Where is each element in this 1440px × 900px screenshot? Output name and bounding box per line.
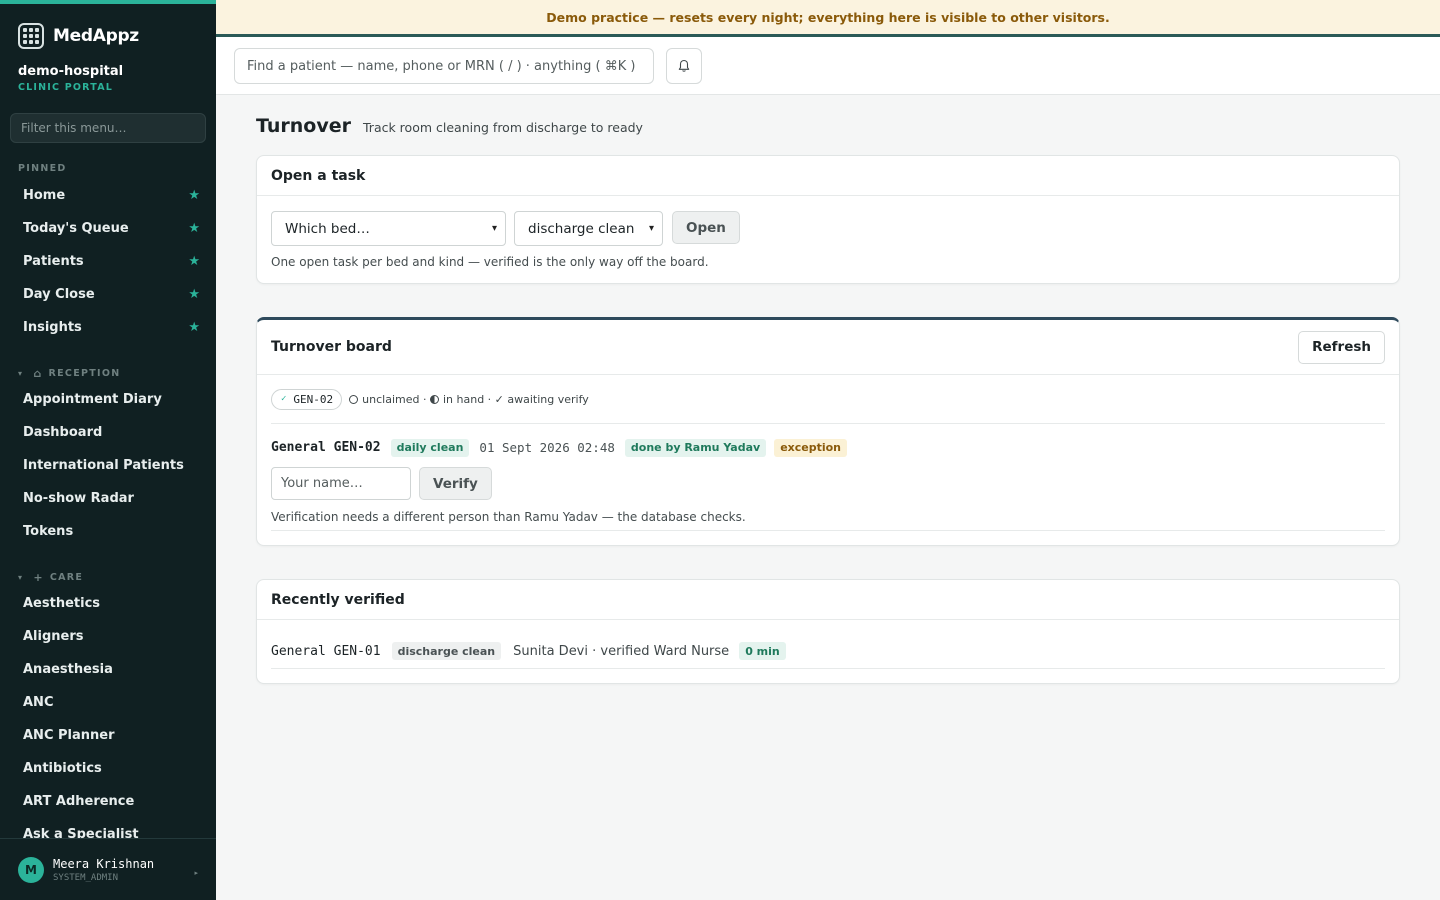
star-icon[interactable]: ★ <box>188 254 200 269</box>
section-pinned: PINNED <box>18 162 67 174</box>
verify-form: Verify <box>271 467 1385 500</box>
sidebar: MedAppz demo-hospital CLINIC PORTAL PINN… <box>0 0 216 900</box>
sidebar-item-aligners[interactable]: Aligners <box>0 620 216 653</box>
open-task-hint: One open task per bed and kind — verifie… <box>271 255 709 269</box>
open-task-button[interactable]: Open <box>672 211 740 244</box>
duration-badge: 0 min <box>739 642 786 660</box>
open-task-form: Which bed… ▾ discharge clean ▾ Open <box>257 196 1399 246</box>
section-reception[interactable]: ▾ ⌂ RECEPTION <box>0 366 216 380</box>
sidebar-item-day-close[interactable]: Day Close ★ <box>0 278 216 311</box>
list-item: General GEN-01 discharge clean Sunita De… <box>271 620 1385 669</box>
demo-banner: Demo practice — resets every night; ever… <box>216 0 1440 37</box>
page-header: Turnover Track room cleaning from discha… <box>256 95 1400 161</box>
sidebar-item-no-show-radar[interactable]: No-show Radar <box>0 482 216 515</box>
task-kind-select[interactable]: discharge clean ▾ <box>514 211 663 246</box>
verify-button[interactable]: Verify <box>419 467 492 500</box>
bed-select[interactable]: Which bed… ▾ <box>271 211 506 246</box>
sidebar-item-international-patients[interactable]: International Patients <box>0 449 216 482</box>
task-time: 01 Sept 2026 02:48 <box>479 440 615 455</box>
user-info: Meera Krishnan SYSTEM_ADMIN <box>53 857 154 883</box>
refresh-button[interactable]: Refresh <box>1298 330 1385 364</box>
sidebar-item-anc[interactable]: ANC <box>0 686 216 719</box>
verify-note: Verification needs a different person th… <box>271 510 746 524</box>
brand[interactable]: MedAppz <box>0 4 216 54</box>
sidebar-item-art-adherence[interactable]: ART Adherence <box>0 785 216 818</box>
task-kind-badge: daily clean <box>390 438 470 457</box>
open-task-card: Open a task Which bed… ▾ discharge clean… <box>256 155 1400 284</box>
bell-icon <box>678 59 690 72</box>
hospital-name: demo-hospital <box>18 64 124 79</box>
recent-verifier: Sunita Devi · verified Ward Nurse <box>513 643 730 659</box>
turnover-task-item: General GEN-02 daily clean 01 Sept 2026 … <box>271 424 1385 531</box>
user-name: Meera Krishnan <box>53 856 155 871</box>
done-by-badge: done by Ramu Yadav <box>624 438 767 457</box>
sidebar-item-antibiotics[interactable]: Antibiotics <box>0 752 216 785</box>
task-bed: General GEN-02 <box>271 440 381 455</box>
circle-half-icon <box>429 394 439 404</box>
recently-verified-card: Recently verified General GEN-01 dischar… <box>256 579 1400 684</box>
notifications-button[interactable] <box>666 48 702 84</box>
sidebar-item-todays-queue[interactable]: Today's Queue ★ <box>0 212 216 245</box>
topbar <box>216 37 1440 95</box>
sidebar-item-dashboard[interactable]: Dashboard <box>0 416 216 449</box>
sidebar-item-aesthetics[interactable]: Aesthetics <box>0 587 216 620</box>
grid-logo-icon <box>18 23 44 49</box>
circle-empty-icon <box>349 394 359 404</box>
bed-filter-chip[interactable]: ✓ GEN-02 <box>271 388 343 410</box>
user-role: SYSTEM_ADMIN <box>53 872 119 883</box>
board-legend: ✓ GEN-02 unclaimed · in hand · ✓ awaitin… <box>271 375 1385 424</box>
caret-down-icon: ▾ <box>18 572 24 582</box>
brand-name: MedAppz <box>53 26 139 46</box>
caret-down-icon: ▾ <box>18 368 24 378</box>
exception-badge: exception <box>774 438 848 457</box>
section-care[interactable]: ▾ + CARE <box>0 570 216 584</box>
portal-label: CLINIC PORTAL <box>18 82 114 93</box>
turnover-board-title: Turnover board <box>271 339 392 355</box>
recently-verified-title: Recently verified <box>257 580 1399 620</box>
sidebar-item-anc-planner[interactable]: ANC Planner <box>0 719 216 752</box>
user-menu[interactable]: M Meera Krishnan SYSTEM_ADMIN ▸ <box>0 838 216 900</box>
turnover-board-card: Turnover board Refresh ✓ GEN-02 unclaime… <box>256 317 1400 546</box>
star-icon[interactable]: ★ <box>188 287 200 302</box>
recent-bed: General GEN-01 <box>271 643 381 659</box>
star-icon[interactable]: ★ <box>188 320 200 335</box>
plus-icon: + <box>33 570 44 584</box>
main-content: Turnover Track room cleaning from discha… <box>256 95 1400 684</box>
page-subtitle: Track room cleaning from discharge to re… <box>363 120 643 135</box>
task-summary: General GEN-02 daily clean 01 Sept 2026 … <box>271 438 1385 457</box>
sidebar-item-home[interactable]: Home ★ <box>0 179 216 212</box>
chevron-down-icon: ▾ <box>648 223 654 234</box>
turnover-board-header: Turnover board Refresh <box>257 320 1399 375</box>
sidebar-item-insights[interactable]: Insights ★ <box>0 311 216 344</box>
sidebar-item-appointment-diary[interactable]: Appointment Diary <box>0 383 216 416</box>
status-legend: unclaimed · in hand · ✓ awaiting verify <box>349 393 589 406</box>
patient-search-input[interactable] <box>234 48 654 84</box>
caret-icon[interactable]: ▸ <box>194 869 198 877</box>
sidebar-item-anaesthesia[interactable]: Anaesthesia <box>0 653 216 686</box>
star-icon[interactable]: ★ <box>188 221 200 236</box>
open-task-title: Open a task <box>257 156 1399 196</box>
check-icon: ✓ <box>281 394 287 404</box>
verifier-name-input[interactable] <box>271 467 411 500</box>
recent-kind-badge: discharge clean <box>391 642 502 660</box>
page-title: Turnover <box>256 115 351 137</box>
menu-filter-input[interactable] <box>10 113 206 143</box>
sidebar-item-patients[interactable]: Patients ★ <box>0 245 216 278</box>
home-icon: ⌂ <box>33 366 43 380</box>
avatar: M <box>18 856 44 883</box>
sidebar-item-tokens[interactable]: Tokens <box>0 515 216 548</box>
chevron-down-icon: ▾ <box>491 223 497 234</box>
hospital-info: demo-hospital CLINIC PORTAL <box>0 54 216 93</box>
star-icon[interactable]: ★ <box>188 188 200 203</box>
